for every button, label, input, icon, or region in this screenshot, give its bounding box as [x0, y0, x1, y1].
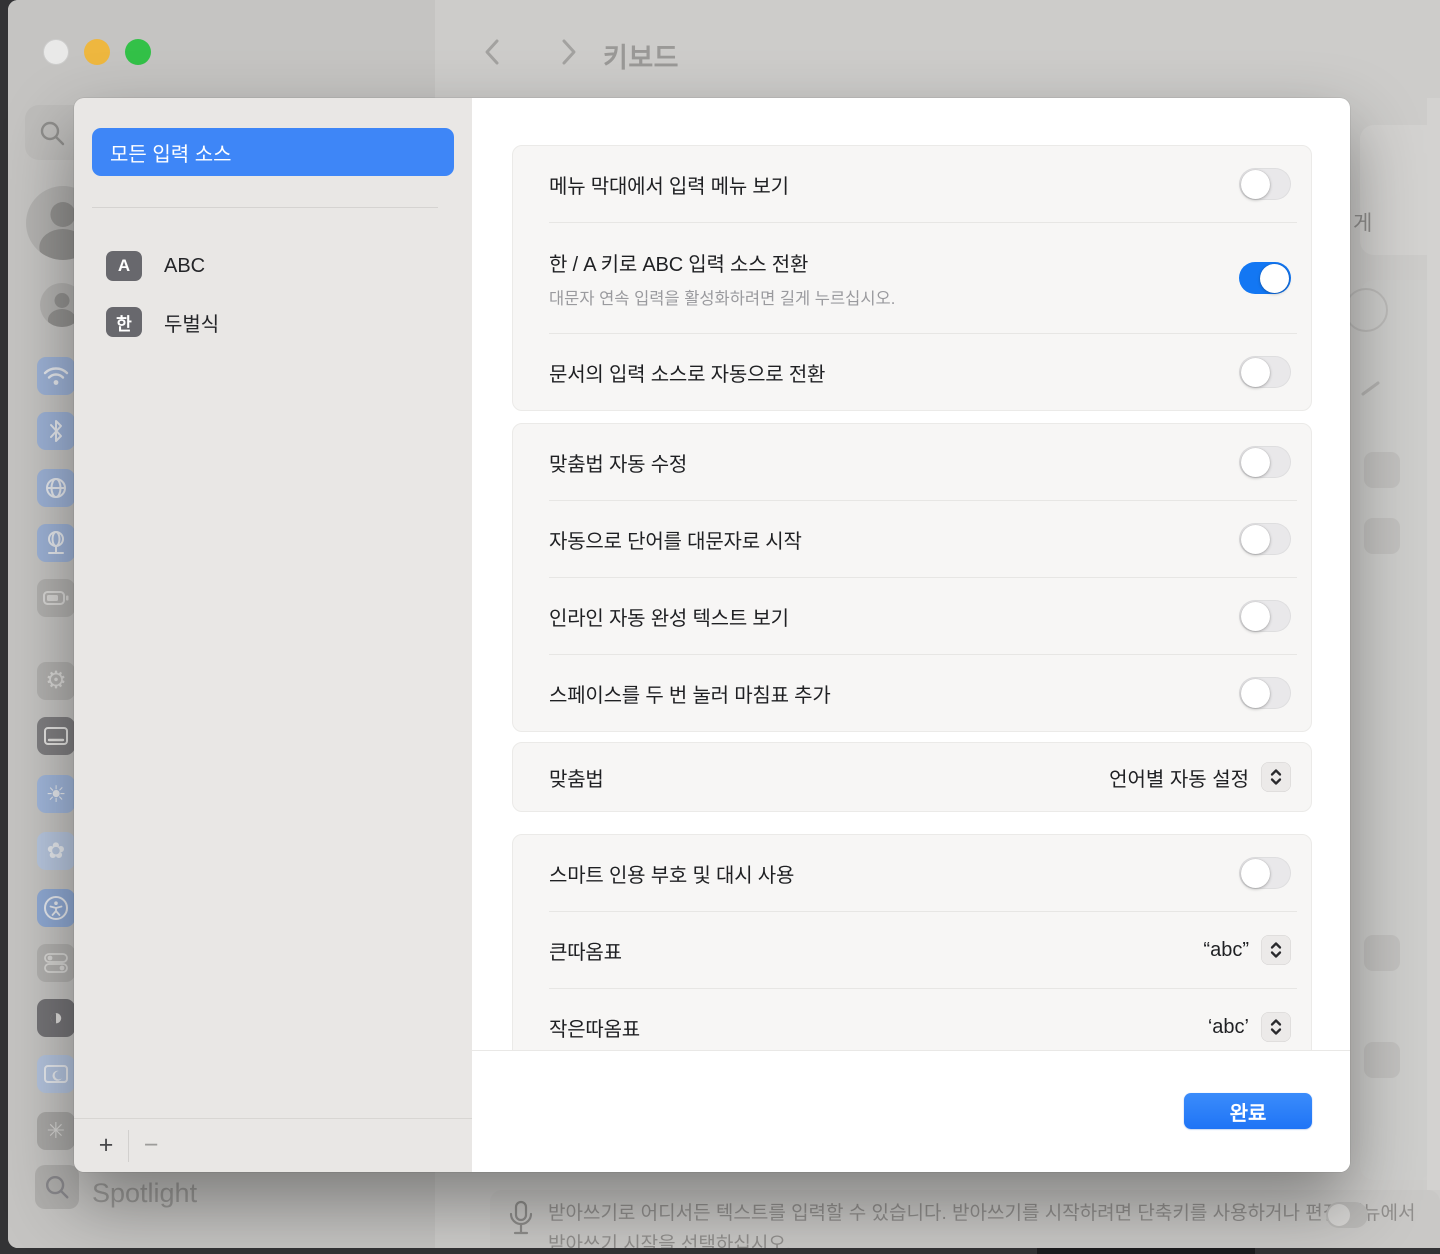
occluded-toggle-fragment [1344, 288, 1388, 332]
bluetooth-icon[interactable] [37, 412, 75, 450]
minimize-button[interactable] [84, 39, 110, 65]
maximize-button[interactable] [125, 39, 151, 65]
microphone-icon [508, 1200, 534, 1245]
setting-row: 자동으로 단어를 대문자로 시작 [513, 501, 1311, 577]
setting-row: 스마트 인용 부호 및 대시 사용 [513, 835, 1311, 911]
settings-group: 스마트 인용 부호 및 대시 사용 큰따옴표 “abc” [512, 834, 1312, 1050]
setting-label: 작은따옴표 [549, 1013, 1208, 1042]
general-gear-icon[interactable]: ⚙ [37, 662, 75, 700]
occluded-stepper-fragment [1364, 452, 1400, 488]
dictation-toggle[interactable] [1326, 1202, 1368, 1228]
occluded-stepper-fragment [1364, 935, 1400, 971]
lock-screen-icon[interactable] [37, 1055, 75, 1093]
divider [92, 207, 438, 208]
displays-sun-icon[interactable]: ☀ [37, 775, 75, 813]
setting-row: 인라인 자동 완성 텍스트 보기 [513, 578, 1311, 654]
sheet-content: 메뉴 막대에서 입력 메뉴 보기 한 / A 키로 ABC 입력 소스 전환 대… [472, 98, 1350, 1172]
sheet-sidebar: 모든 입력 소스 A ABC 한 두벌식 + − [74, 98, 472, 1172]
occluded-stepper-fragment [1364, 1042, 1400, 1078]
setting-label: 스페이스를 두 번 눌러 마침표 추가 [549, 679, 1239, 708]
auto-switch-document-toggle[interactable] [1239, 356, 1291, 388]
autocorrect-toggle[interactable] [1239, 446, 1291, 478]
show-input-menu-toggle[interactable] [1239, 168, 1291, 200]
setting-row: 메뉴 막대에서 입력 메뉴 보기 [513, 146, 1311, 222]
input-source-item-hangul[interactable]: 한 두벌식 [106, 306, 460, 338]
vpn-icon[interactable] [37, 524, 75, 562]
desktop-edge [1037, 1248, 1255, 1254]
setting-label: 한 / A 키로 ABC 입력 소스 전환 [549, 248, 1239, 277]
han-a-key-switch-toggle[interactable] [1239, 262, 1291, 294]
selected-item-label: 모든 입력 소스 [110, 138, 232, 167]
setting-label: 맞춤법 [549, 763, 1109, 792]
setting-row: 문서의 입력 소스로 자동으로 전환 [513, 334, 1311, 410]
input-source-badge: A [106, 251, 142, 281]
occluded-text-fragment: 게 [1353, 207, 1372, 237]
single-quote-select[interactable] [1261, 1012, 1291, 1042]
spelling-select[interactable] [1261, 762, 1291, 792]
setting-row: 한 / A 키로 ABC 입력 소스 전환 대문자 연속 입력을 활성화하려면 … [513, 223, 1311, 333]
setting-label: 스마트 인용 부호 및 대시 사용 [549, 859, 1239, 888]
setting-row: 큰따옴표 “abc” [513, 912, 1311, 988]
setting-sublabel: 대문자 연속 입력을 활성화하려면 길게 누르십시오. [549, 285, 1239, 309]
sidebar-footer: + − [74, 1118, 472, 1172]
sidebar-item-all-input-sources[interactable]: 모든 입력 소스 [92, 128, 454, 176]
spelling-select-value: 언어별 자동 설정 [1109, 763, 1249, 792]
setting-row: 맞춤법 언어별 자동 설정 [513, 743, 1311, 811]
search-icon [37, 118, 67, 148]
settings-group: 메뉴 막대에서 입력 메뉴 보기 한 / A 키로 ABC 입력 소스 전환 대… [512, 145, 1312, 411]
remove-input-source-button[interactable]: − [129, 1133, 173, 1158]
done-button[interactable]: 완료 [1184, 1093, 1312, 1129]
desktop-dock-icon[interactable] [37, 717, 75, 755]
input-source-item-abc[interactable]: A ABC [106, 250, 460, 282]
siri-icon[interactable]: ✳ [37, 1112, 75, 1150]
setting-row: 작은따옴표 ‘abc’ [513, 989, 1311, 1050]
setting-row: 맞춤법 자동 수정 [513, 424, 1311, 500]
control-center-icon[interactable] [37, 944, 75, 982]
network-icon[interactable] [37, 469, 75, 507]
appearance-contrast-icon[interactable]: ◑ [37, 999, 75, 1037]
input-sources-sheet: 모든 입력 소스 A ABC 한 두벌식 + − 메뉴 막대에서 입력 메뉴 보… [74, 98, 1350, 1172]
settings-group: 맞춤법 언어별 자동 설정 [512, 742, 1312, 812]
battery-icon[interactable] [37, 579, 75, 617]
setting-label: 자동으로 단어를 대문자로 시작 [549, 525, 1239, 554]
dictation-description: 받아쓰기로 어디서든 텍스트를 입력할 수 있습니다. 받아쓰기를 시작하려면 … [548, 1198, 1428, 1248]
setting-label: 맞춤법 자동 수정 [549, 448, 1239, 477]
up-down-chevrons-icon [1267, 1017, 1285, 1037]
forward-chevron-icon[interactable] [555, 37, 581, 67]
scrollbar-track[interactable] [1427, 98, 1440, 1190]
double-quote-select[interactable] [1261, 935, 1291, 965]
dictation-card: 받아쓰기로 어디서든 텍스트를 입력할 수 있습니다. 받아쓰기를 시작하려면 … [490, 1190, 1440, 1248]
setting-label: 큰따옴표 [549, 936, 1203, 965]
wallpaper-flower-icon[interactable]: ✿ [37, 832, 75, 870]
add-input-source-button[interactable]: + [84, 1133, 128, 1158]
spotlight-icon[interactable] [35, 1165, 79, 1209]
setting-label: 인라인 자동 완성 텍스트 보기 [549, 602, 1239, 631]
setting-label: 메뉴 막대에서 입력 메뉴 보기 [549, 170, 1239, 199]
input-source-badge: 한 [106, 307, 142, 337]
input-source-label: ABC [164, 255, 205, 278]
inline-predictive-text-toggle[interactable] [1239, 600, 1291, 632]
sheet-footer: 완료 [472, 1050, 1350, 1172]
setting-row: 스페이스를 두 번 눌러 마침표 추가 [513, 655, 1311, 731]
input-source-label: 두벌식 [164, 308, 219, 337]
accessibility-icon[interactable] [37, 889, 75, 927]
page-title: 키보드 [603, 36, 679, 75]
up-down-chevrons-icon [1267, 940, 1285, 960]
settings-group: 맞춤법 자동 수정 자동으로 단어를 대문자로 시작 인라인 자동 완성 텍스트… [512, 423, 1312, 732]
double-quote-select-value: “abc” [1203, 939, 1249, 962]
auto-capitalize-toggle[interactable] [1239, 523, 1291, 555]
occluded-stepper-fragment [1364, 518, 1400, 554]
single-quote-select-value: ‘abc’ [1208, 1016, 1249, 1039]
back-chevron-icon[interactable] [480, 37, 506, 67]
smart-quotes-toggle[interactable] [1239, 857, 1291, 889]
sidebar-item-spotlight[interactable]: Spotlight [92, 1178, 197, 1209]
wifi-icon[interactable] [37, 357, 75, 395]
setting-label: 문서의 입력 소스로 자동으로 전환 [549, 358, 1239, 387]
double-space-period-toggle[interactable] [1239, 677, 1291, 709]
settings-scroll-area[interactable]: 메뉴 막대에서 입력 메뉴 보기 한 / A 키로 ABC 입력 소스 전환 대… [472, 98, 1350, 1050]
up-down-chevrons-icon [1267, 767, 1285, 787]
close-button[interactable] [43, 39, 69, 65]
occluded-chevron-fragment [1360, 378, 1382, 400]
